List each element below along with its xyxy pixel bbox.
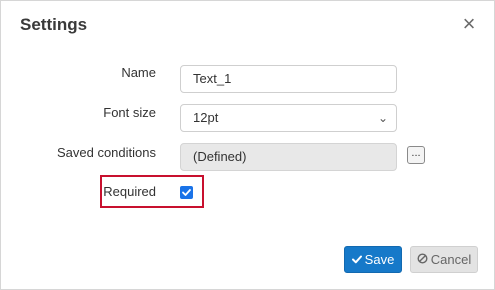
ban-icon <box>417 247 428 272</box>
required-label: Required <box>103 184 156 199</box>
saved-conditions-label: Saved conditions <box>56 145 156 160</box>
save-button[interactable]: Save <box>344 246 402 273</box>
save-label: Save <box>364 252 395 267</box>
font-size-label: Font size <box>103 105 156 120</box>
checkmark-icon <box>351 247 362 272</box>
name-input[interactable]: Text_1 <box>180 65 397 93</box>
cancel-button[interactable]: Cancel <box>410 246 478 273</box>
required-checkbox[interactable] <box>180 186 193 199</box>
saved-conditions-edit-button[interactable]: ... <box>407 146 425 164</box>
name-label: Name <box>121 65 156 80</box>
cancel-label: Cancel <box>430 252 472 267</box>
dialog-title: Settings <box>20 15 88 34</box>
settings-dialog: Settings × Name Text_1 Font size 12pt ⌄ … <box>0 0 495 290</box>
saved-conditions-field: (Defined) <box>180 143 397 171</box>
checkmark-icon <box>182 189 191 196</box>
font-size-select[interactable]: 12pt ⌄ <box>180 104 397 132</box>
close-icon[interactable]: × <box>459 13 479 35</box>
chevron-down-icon: ⌄ <box>377 111 388 125</box>
font-size-value: 12pt <box>193 110 219 125</box>
